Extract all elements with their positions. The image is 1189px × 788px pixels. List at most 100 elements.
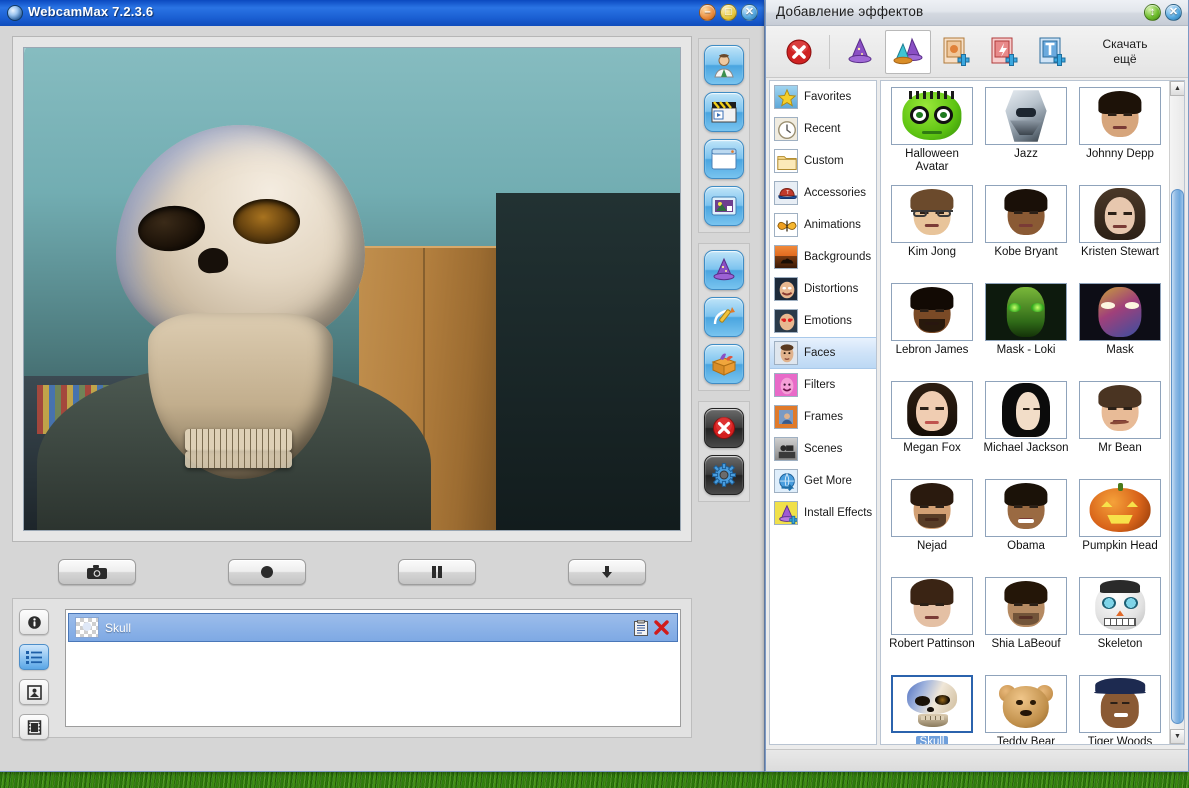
- effects-box-icon: [711, 353, 737, 376]
- main-titlebar[interactable]: WebcamMax 7.2.3.6 – □ ✕: [0, 0, 764, 26]
- effect-item[interactable]: Skeleton: [1073, 577, 1167, 675]
- add-picture-button[interactable]: [933, 30, 979, 74]
- package-button[interactable]: [704, 344, 744, 384]
- scroll-up-button[interactable]: ▲: [1170, 81, 1184, 96]
- effect-item[interactable]: Michael Jackson: [979, 381, 1073, 479]
- category-item-filters[interactable]: Filters: [770, 369, 876, 401]
- purple-hat-icon: [848, 37, 872, 63]
- effects-titlebar[interactable]: Добавление эффектов ↕ ✕: [766, 0, 1188, 26]
- single-effect-button[interactable]: [837, 30, 883, 74]
- close-effects-button[interactable]: ✕: [1165, 4, 1182, 21]
- butterfly-icon: [774, 213, 798, 237]
- category-item-distortions[interactable]: Distortions: [770, 273, 876, 305]
- category-item-emotions[interactable]: Emotions: [770, 305, 876, 337]
- settings-button[interactable]: [704, 455, 744, 495]
- effect-label: Michael Jackson: [983, 442, 1069, 454]
- effect-item[interactable]: Mr Bean: [1073, 381, 1167, 479]
- effect-item[interactable]: Halloween Avatar: [885, 87, 979, 185]
- effect-item[interactable]: Lebron James: [885, 283, 979, 381]
- effect-item[interactable]: Megan Fox: [885, 381, 979, 479]
- effect-label: Obama: [1007, 540, 1045, 552]
- doodle-button[interactable]: [704, 297, 744, 337]
- effect-item[interactable]: Skull: [885, 675, 979, 744]
- record-button[interactable]: [228, 559, 306, 585]
- maximize-button[interactable]: □: [720, 4, 737, 21]
- effect-thumbnail: [1079, 577, 1161, 635]
- category-item-scenes[interactable]: Scenes: [770, 433, 876, 465]
- effect-item[interactable]: Johnny Depp: [1073, 87, 1167, 185]
- effect-thumbnail: [985, 675, 1067, 733]
- category-item-custom[interactable]: Custom: [770, 145, 876, 177]
- category-item-accessories[interactable]: T Accessories: [770, 177, 876, 209]
- effects-scrollbar[interactable]: ▲ ▼: [1169, 81, 1184, 744]
- category-item-animations[interactable]: Animations: [770, 209, 876, 241]
- effect-item[interactable]: Kobe Bryant: [979, 185, 1073, 283]
- effect-label: Halloween Avatar: [905, 148, 959, 173]
- effect-item[interactable]: Nejad: [885, 479, 979, 577]
- scroll-down-button[interactable]: ▼: [1170, 729, 1184, 744]
- window-button[interactable]: [704, 139, 744, 179]
- down-arrow-icon: [602, 566, 612, 578]
- category-item-get-more[interactable]: Get More: [770, 465, 876, 497]
- add-text-button[interactable]: [1029, 30, 1075, 74]
- category-label: Recent: [804, 123, 841, 135]
- film-view-button[interactable]: [19, 714, 49, 740]
- effect-item[interactable]: Pumpkin Head: [1073, 479, 1167, 577]
- effect-item[interactable]: Teddy Bear: [979, 675, 1073, 744]
- off-button[interactable]: [704, 408, 744, 448]
- info-button[interactable]: [19, 609, 49, 635]
- category-item-faces[interactable]: Faces: [770, 337, 876, 369]
- effect-item[interactable]: Tiger Woods: [1073, 675, 1167, 745]
- scrollbar-thumb[interactable]: [1171, 189, 1184, 724]
- effect-item[interactable]: Jazz: [979, 87, 1073, 185]
- category-item-backgrounds[interactable]: Backgrounds: [770, 241, 876, 273]
- red-x-icon: [713, 417, 735, 439]
- effects-button[interactable]: [704, 250, 744, 290]
- image-view-button[interactable]: [19, 679, 49, 705]
- effect-label: Tiger Woods: [1087, 736, 1153, 745]
- category-item-frames[interactable]: Frames: [770, 401, 876, 433]
- wizard-hat-icon: [713, 257, 735, 281]
- clear-effects-button[interactable]: [776, 30, 822, 74]
- avatar-button[interactable]: [704, 45, 744, 85]
- minimize-button[interactable]: –: [699, 4, 716, 21]
- effect-item[interactable]: Kim Jong: [885, 185, 979, 283]
- remove-icon[interactable]: [651, 618, 671, 638]
- toolbar-group-effects: [698, 243, 750, 391]
- snapshot-button[interactable]: [58, 559, 136, 585]
- properties-icon[interactable]: [631, 618, 651, 638]
- effect-label: Kobe Bryant: [994, 246, 1058, 258]
- list-item[interactable]: Skull: [68, 613, 678, 642]
- multi-effect-button[interactable]: [885, 29, 931, 74]
- download-more-button[interactable]: Скачать ещё: [1089, 37, 1161, 67]
- effect-item[interactable]: Shia LaBeouf: [979, 577, 1073, 675]
- skull-jaw: [148, 313, 333, 480]
- media-button[interactable]: [704, 186, 744, 226]
- effect-item[interactable]: Robert Pattinson: [885, 577, 979, 675]
- list-icon: [26, 651, 42, 664]
- close-button[interactable]: ✕: [741, 4, 758, 21]
- effect-label: Jazz: [1014, 148, 1038, 160]
- download-more-line1: Скачать: [1102, 36, 1148, 51]
- pause-button[interactable]: [398, 559, 476, 585]
- active-effects-listbox[interactable]: Skull: [65, 609, 681, 727]
- effect-item[interactable]: Mask: [1073, 283, 1167, 381]
- app-title: WebcamMax 7.2.3.6: [28, 4, 154, 19]
- category-item-install-effects[interactable]: Install Effects: [770, 497, 876, 529]
- skull-teeth-upper: [185, 429, 293, 452]
- effect-item[interactable]: Obama: [979, 479, 1073, 577]
- list-view-button[interactable]: [19, 644, 49, 670]
- effect-item[interactable]: Kristen Stewart: [1073, 185, 1167, 283]
- category-label: Frames: [804, 411, 843, 423]
- download-button[interactable]: [568, 559, 646, 585]
- effect-item[interactable]: Mask - Loki: [979, 283, 1073, 381]
- category-label: Favorites: [804, 91, 852, 103]
- webcam-preview[interactable]: [23, 47, 681, 531]
- effect-label: Kristen Stewart: [1081, 246, 1159, 258]
- video-button[interactable]: [704, 92, 744, 132]
- category-label: Filters: [804, 379, 836, 391]
- category-item-recent[interactable]: Recent: [770, 113, 876, 145]
- category-item-favorites[interactable]: Favorites: [770, 81, 876, 113]
- add-flash-button[interactable]: [981, 30, 1027, 74]
- restore-button[interactable]: ↕: [1144, 4, 1161, 21]
